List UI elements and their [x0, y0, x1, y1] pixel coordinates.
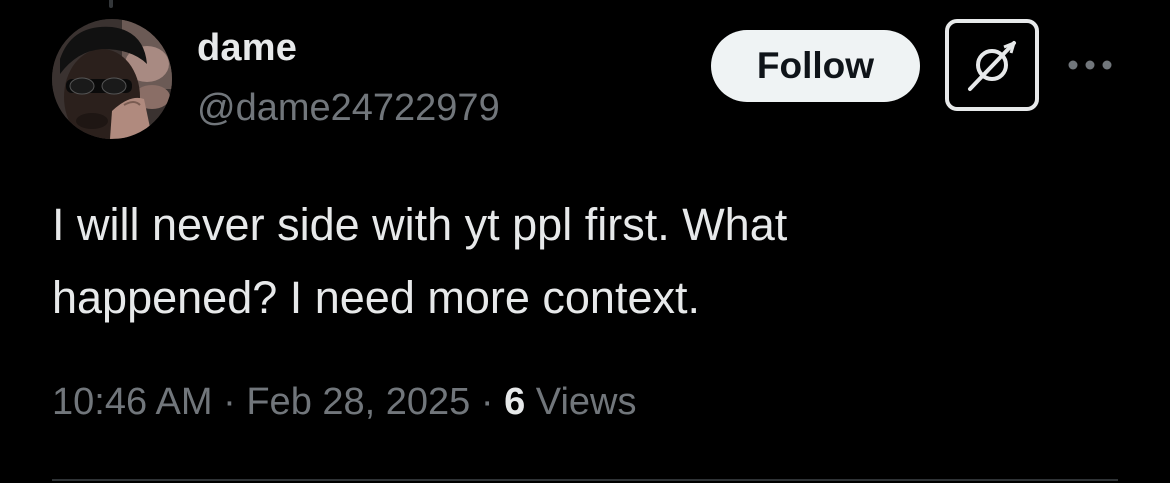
- tweet-date[interactable]: Feb 28, 2025: [246, 381, 470, 423]
- views-count[interactable]: 6: [504, 381, 525, 423]
- meta-separator-2: ·: [480, 381, 494, 423]
- grok-icon: [968, 41, 1016, 91]
- author-handle[interactable]: @dame24722979: [197, 84, 500, 132]
- divider: [52, 479, 1118, 481]
- avatar[interactable]: [52, 19, 172, 139]
- thread-connector-line: [109, 0, 113, 8]
- tweet-text: I will never side with yt ppl first. Wha…: [52, 199, 788, 323]
- more-dots-icon: [1068, 60, 1112, 70]
- tweet: dame @dame24722979 Follow I will never s…: [0, 0, 1170, 483]
- follow-button[interactable]: Follow: [711, 30, 920, 102]
- views-label: Views: [535, 381, 637, 423]
- avatar-image: [52, 19, 172, 139]
- author-display-name[interactable]: dame: [197, 24, 297, 72]
- tweet-time[interactable]: 10:46 AM: [52, 381, 213, 423]
- tweet-metadata: 10:46 AM · Feb 28, 2025 · 6 Views: [52, 378, 636, 426]
- meta-separator: ·: [223, 381, 236, 423]
- grok-button[interactable]: [945, 19, 1039, 111]
- more-options-button[interactable]: [1063, 45, 1117, 85]
